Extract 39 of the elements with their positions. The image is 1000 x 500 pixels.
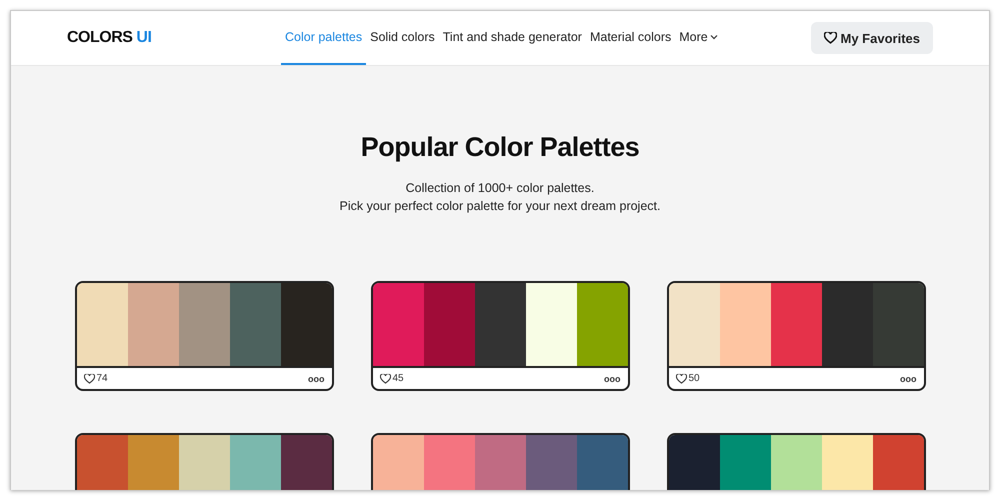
palette-card[interactable]: 45 ooo — [370, 281, 630, 391]
color-swatch[interactable] — [474, 283, 526, 366]
like-count[interactable]: 74 — [84, 373, 108, 384]
nav-tab[interactable]: Material colors — [586, 11, 676, 65]
subtitle-text: Collection of 1000+ color palettes. — [406, 180, 594, 197]
logo[interactable]: COLORS UI — [67, 29, 281, 47]
color-swatch[interactable] — [668, 283, 720, 366]
color-swatch[interactable] — [372, 283, 424, 366]
palette-card[interactable]: 74 ooo — [74, 281, 334, 391]
color-swatch[interactable] — [576, 283, 628, 366]
like-count[interactable]: 45 — [380, 373, 404, 384]
more-options[interactable]: ooo — [604, 374, 620, 384]
page-title: Popular Color Palettes — [360, 132, 640, 163]
color-swatch[interactable] — [424, 283, 474, 366]
color-swatch[interactable] — [526, 283, 576, 366]
nav-tab[interactable]: Color palettes — [281, 11, 366, 65]
palette-card[interactable]: 50 ooo — [666, 281, 926, 391]
heart-icon — [380, 374, 390, 384]
heart-icon — [84, 374, 94, 384]
subtitle-text: Pick your perfect color palette for your next dream project. — [340, 198, 660, 215]
heart-icon — [824, 32, 837, 44]
color-swatch[interactable] — [872, 283, 924, 366]
color-swatch[interactable] — [770, 283, 822, 366]
color-swatch[interactable] — [720, 283, 770, 366]
color-swatch[interactable] — [128, 283, 178, 366]
color-swatch[interactable] — [178, 283, 230, 366]
favorites-button[interactable]: My Favorites — [810, 22, 933, 54]
nav-tab[interactable]: Solid colors — [366, 11, 439, 65]
color-swatch[interactable] — [230, 283, 280, 366]
heart-icon — [676, 374, 686, 384]
more-options[interactable]: ooo — [308, 374, 324, 384]
color-swatch[interactable] — [822, 283, 872, 366]
like-count[interactable]: 50 — [676, 373, 700, 384]
color-swatch[interactable] — [280, 283, 332, 366]
nav-tab[interactable]: More — [675, 11, 722, 65]
color-swatch[interactable] — [76, 283, 128, 366]
more-options[interactable]: ooo — [900, 374, 916, 384]
nav-tab[interactable]: Tint and shade generator — [438, 11, 586, 65]
chevron-down-icon — [710, 34, 718, 40]
